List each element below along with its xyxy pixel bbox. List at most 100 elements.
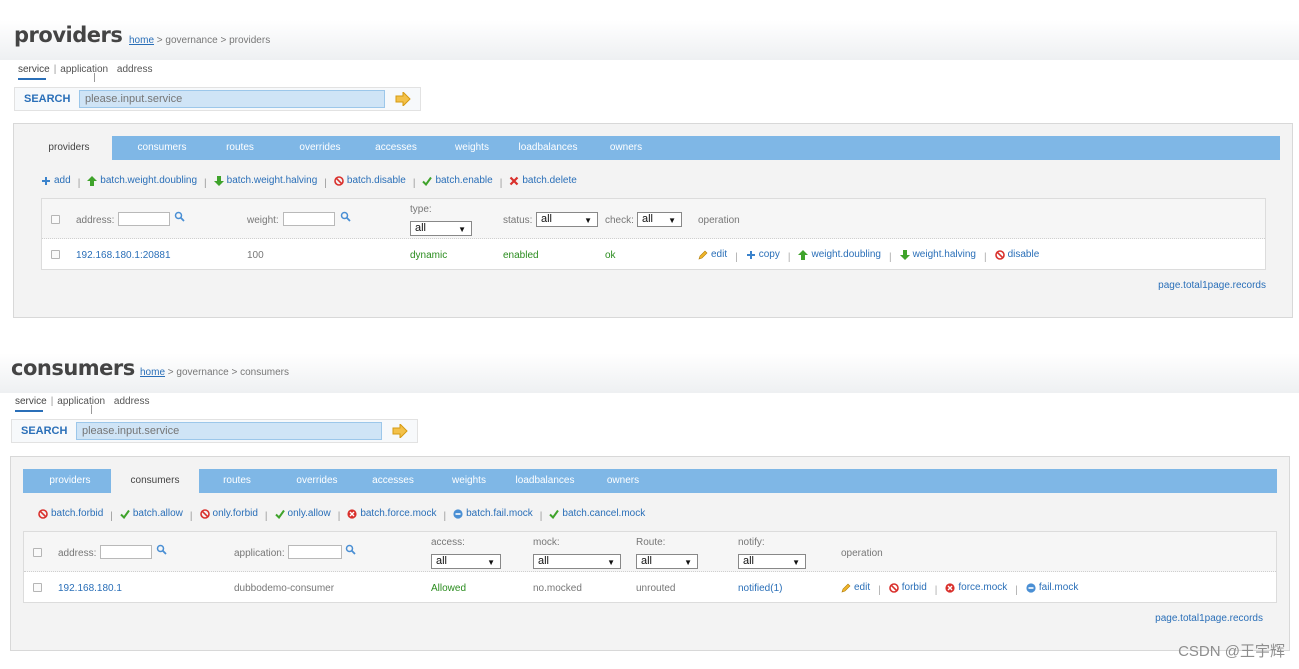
search-bar: SEARCH <box>14 87 421 111</box>
tab-weights[interactable]: weights <box>441 469 497 493</box>
subnav-address[interactable]: address <box>114 396 150 407</box>
weight-doubling-link[interactable]: weight.doubling <box>798 249 881 260</box>
address-filter-input[interactable] <box>100 545 152 559</box>
pencil-icon <box>698 250 708 259</box>
edit-link[interactable]: edit <box>698 249 727 260</box>
type-select[interactable]: all ▼ <box>410 221 472 236</box>
only-allow-button[interactable]: only.allow <box>274 508 331 519</box>
subnav-application[interactable]: application <box>57 396 105 407</box>
row-address-link[interactable]: 192.168.180.1:20881 <box>76 250 171 261</box>
consumers-table: address: application: access: all ▼ mock:… <box>23 531 1277 603</box>
tab-overrides[interactable]: overrides <box>285 469 349 493</box>
row-check: ok <box>605 250 616 261</box>
weight-halving-link[interactable]: weight.halving <box>899 249 976 260</box>
subnav-address[interactable]: address <box>117 64 153 75</box>
tab-consumers[interactable]: consumers <box>130 136 194 160</box>
only-forbid-label: only.forbid <box>212 508 258 519</box>
row-checkbox[interactable] <box>33 583 42 592</box>
tab-routes[interactable]: routes <box>212 136 268 160</box>
row-route: unrouted <box>636 583 676 594</box>
tab-accesses[interactable]: accesses <box>363 469 423 493</box>
application-filter-input[interactable] <box>288 545 342 559</box>
batch-forbid-button[interactable]: batch.forbid <box>38 508 103 519</box>
subnav-tick <box>91 405 92 414</box>
row-access: Allowed <box>431 583 467 594</box>
address-filter-input[interactable] <box>118 212 170 226</box>
arrow-right-icon[interactable] <box>392 424 408 438</box>
tab-loadbalances[interactable]: loadbalances <box>509 469 581 493</box>
batch-disable-label: batch.disable <box>346 175 406 186</box>
batch-allow-button[interactable]: batch.allow <box>120 508 183 519</box>
add-button[interactable]: add <box>41 175 71 186</box>
application-header: application: <box>234 548 285 559</box>
row-operations: edit | forbid | force.mock | fail.mock <box>841 582 1078 596</box>
row-address-link[interactable]: 192.168.180.1 <box>58 583 122 594</box>
tab-consumers[interactable]: consumers <box>111 469 199 493</box>
arrow-right-icon[interactable] <box>395 92 411 106</box>
tab-owners[interactable]: owners <box>600 136 652 160</box>
op-separator: | <box>1015 584 1018 596</box>
row-checkbox[interactable] <box>51 250 60 259</box>
toolbar-separator: | <box>443 510 447 522</box>
breadcrumb-home-link[interactable]: home <box>140 367 165 378</box>
search-icon[interactable] <box>345 544 356 555</box>
only-forbid-button[interactable]: only.forbid <box>199 508 258 519</box>
pencil-icon <box>841 583 851 592</box>
batch-cancel-mock-button[interactable]: batch.cancel.mock <box>549 508 645 519</box>
tab-weights[interactable]: weights <box>444 136 500 160</box>
batch-cancel-mock-label: batch.cancel.mock <box>562 508 646 519</box>
subnav-service[interactable]: service <box>15 396 47 407</box>
search-input[interactable] <box>76 422 382 440</box>
edit-link[interactable]: edit <box>841 582 870 593</box>
row-type: dynamic <box>410 250 448 261</box>
subnav-application[interactable]: application <box>60 64 108 75</box>
select-all-checkbox[interactable] <box>51 215 60 224</box>
weight-filter-input[interactable] <box>283 212 335 226</box>
route-header: Route: <box>636 537 666 548</box>
tab-accesses[interactable]: accesses <box>366 136 426 160</box>
batch-weight-halving-button[interactable]: batch.weight.halving <box>213 175 317 186</box>
notify-select[interactable]: all ▼ <box>738 554 806 569</box>
route-select-value: all <box>641 555 653 567</box>
check-icon <box>120 509 130 519</box>
force-mock-link[interactable]: force.mock <box>945 582 1007 593</box>
batch-enable-button[interactable]: batch.enable <box>422 175 493 186</box>
batch-weight-doubling-button[interactable]: batch.weight.doubling <box>87 175 197 186</box>
copy-link[interactable]: copy <box>746 249 780 260</box>
tab-overrides[interactable]: overrides <box>288 136 352 160</box>
route-select[interactable]: all ▼ <box>636 554 698 569</box>
batch-fail-mock-button[interactable]: batch.fail.mock <box>453 508 533 519</box>
disable-link[interactable]: disable <box>994 249 1039 260</box>
access-select[interactable]: all ▼ <box>431 554 501 569</box>
search-icon[interactable] <box>156 544 167 555</box>
providers-box: providers consumers routes overrides acc… <box>13 123 1293 318</box>
batch-delete-button[interactable]: batch.delete <box>509 175 577 186</box>
copy-label: copy <box>758 249 780 260</box>
row-notify-link[interactable]: notified(1) <box>738 583 782 594</box>
type-select-value: all <box>415 222 427 234</box>
search-icon[interactable] <box>340 211 351 222</box>
forbid-link[interactable]: forbid <box>888 582 927 593</box>
operation-header: operation <box>841 548 883 559</box>
select-all-checkbox[interactable] <box>33 548 42 557</box>
subnav-service[interactable]: service <box>18 64 50 75</box>
batch-force-mock-button[interactable]: batch.force.mock <box>347 508 436 519</box>
tab-loadbalances[interactable]: loadbalances <box>512 136 584 160</box>
notify-select-value: all <box>743 555 755 567</box>
status-select[interactable]: all ▼ <box>536 212 598 227</box>
batch-disable-button[interactable]: batch.disable <box>334 175 406 186</box>
search-input[interactable] <box>79 90 385 108</box>
fail-mock-link[interactable]: fail.mock <box>1026 582 1078 593</box>
check-select[interactable]: all ▼ <box>637 212 682 227</box>
breadcrumb-home-link[interactable]: home <box>129 35 154 46</box>
check-header: check: <box>605 215 634 226</box>
tab-providers[interactable]: providers <box>35 469 105 493</box>
tab-owners[interactable]: owners <box>597 469 649 493</box>
consumers-toolbar: batch.forbid | batch.allow | only.forbid… <box>38 508 645 522</box>
tab-routes[interactable]: routes <box>209 469 265 493</box>
search-icon[interactable] <box>174 211 185 222</box>
tab-bar: providers consumers routes overrides acc… <box>26 136 1280 160</box>
batch-force-mock-label: batch.force.mock <box>360 508 437 519</box>
mock-select[interactable]: all ▼ <box>533 554 621 569</box>
tab-providers[interactable]: providers <box>26 136 112 160</box>
